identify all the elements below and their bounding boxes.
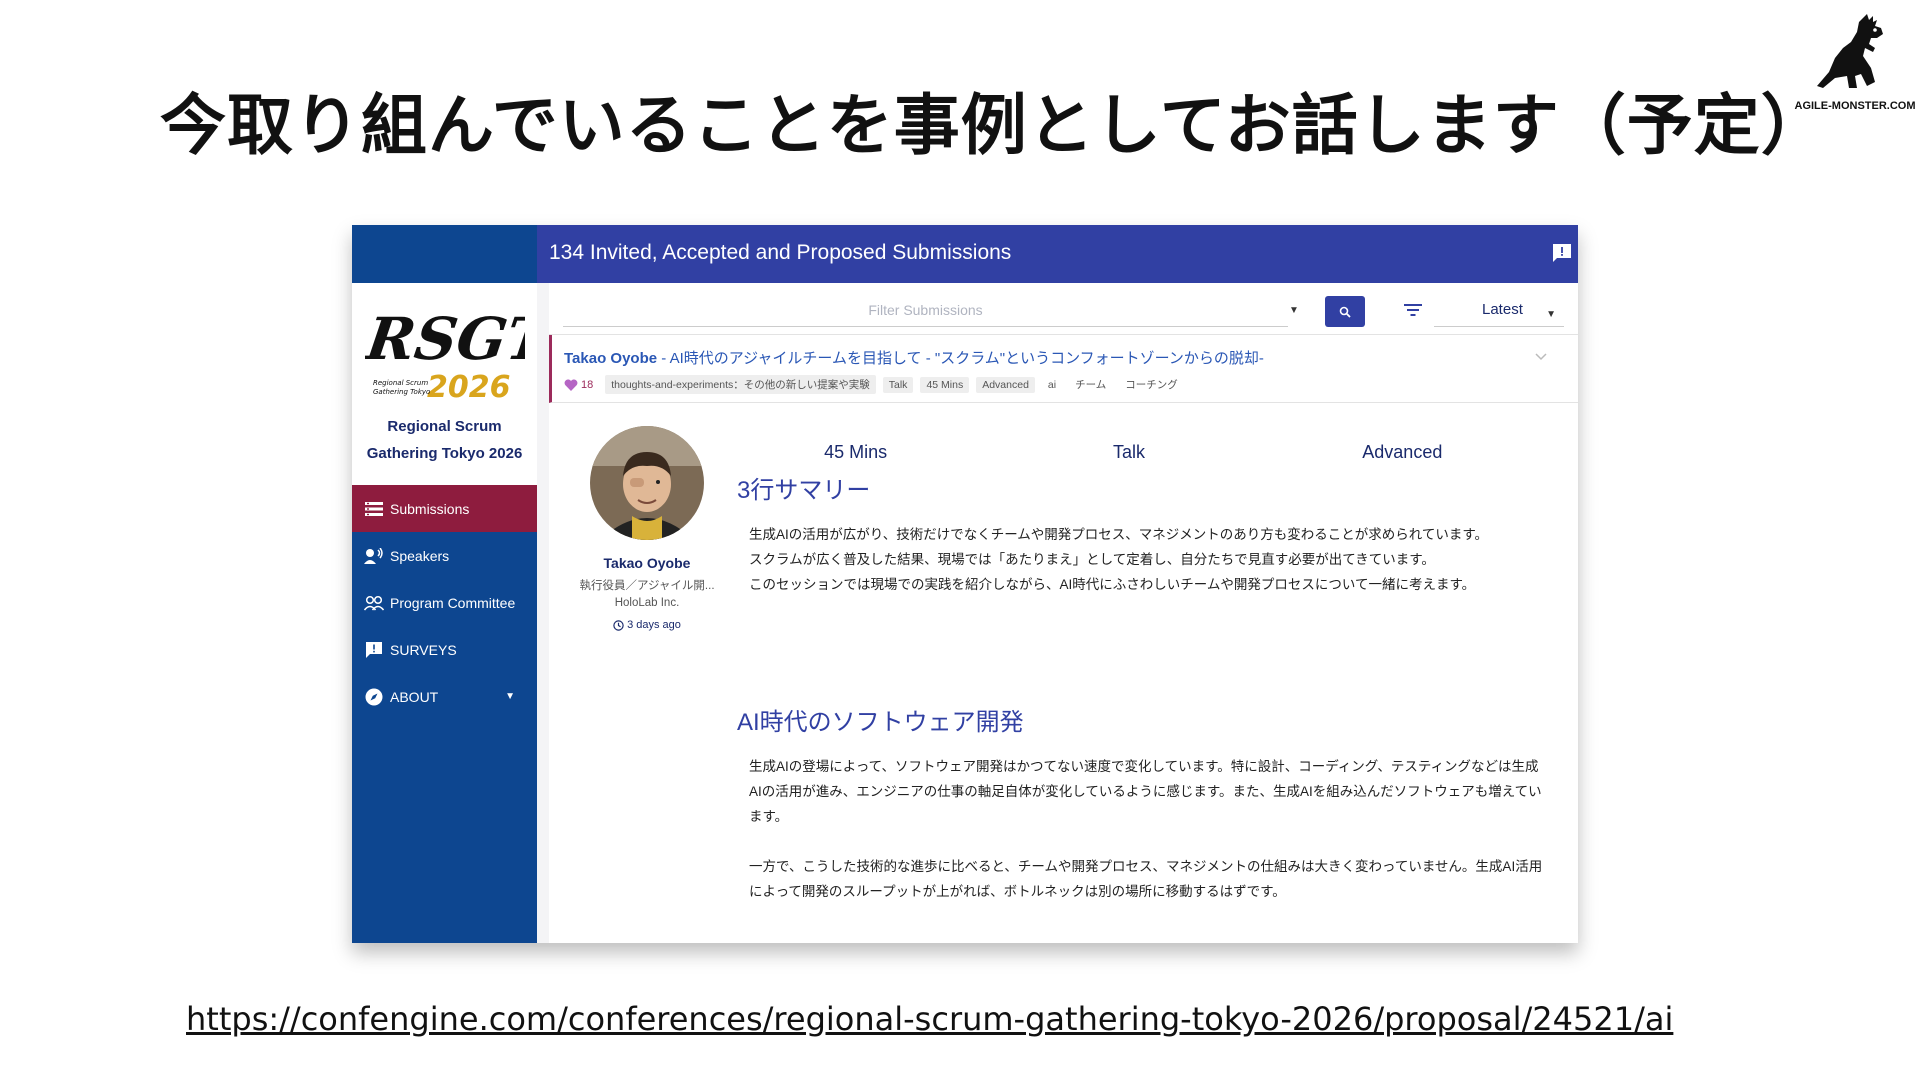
clock-icon bbox=[613, 619, 624, 631]
proposal-author[interactable]: Takao Oyobe bbox=[564, 350, 657, 367]
proposal-stats: 45 Mins Talk Advanced bbox=[719, 442, 1539, 463]
sidebar-item-program-committee[interactable]: Program Committee bbox=[352, 579, 537, 626]
slide-title: 今取り組んでいることを事例としてお話します（予定） bbox=[160, 87, 1828, 164]
proposal-header[interactable]: Takao Oyobe - AI時代のアジャイルチームを目指して - "スクラム… bbox=[549, 335, 1578, 403]
paragraph: 生成AIの活用が広がり、技術だけでなくチームや開発プロセス、マネジメントのあり方… bbox=[749, 527, 1489, 542]
svg-text:Gathering Tokyo: Gathering Tokyo bbox=[373, 388, 430, 396]
section-body: 生成AIの登場によって、ソフトウェア開発はかつてない速度で変化しています。特に設… bbox=[749, 754, 1549, 904]
agile-monster-logo: AGILE-MONSTER.COM bbox=[1790, 12, 1920, 112]
proposal-title[interactable]: AI時代のアジャイルチームを目指して - "スクラム"というコンフォートゾーンか… bbox=[670, 350, 1264, 367]
paragraph: 生成AIの登場によって、ソフトウェア開発はかつてない速度で変化しています。特に設… bbox=[749, 759, 1542, 824]
rsgt-logo: RSGT 2026 Regional Scrum Gathering Tokyo bbox=[365, 304, 525, 405]
filter-submissions-input[interactable] bbox=[563, 293, 1288, 327]
tag[interactable]: thoughts-and-experiments：その他の新しい提案や実験 bbox=[605, 375, 876, 394]
paragraph: スクラムが広く普及した結果、現場では「あたりまえ」として定着し、自分たちで見直す… bbox=[749, 552, 1435, 567]
stat-type: Talk bbox=[1112, 442, 1145, 462]
time-ago: 3 days ago bbox=[627, 619, 681, 631]
heart-icon bbox=[564, 378, 578, 391]
stat-level: Advanced bbox=[1362, 442, 1443, 462]
sort-value: Latest bbox=[1482, 301, 1523, 318]
main-content: ▼ Latest ▼ Takao Oyobe - AI時代のアジャイルチームを目… bbox=[537, 283, 1578, 943]
tag[interactable]: ai bbox=[1042, 377, 1062, 393]
sidebar-item-speakers[interactable]: Speakers bbox=[352, 532, 537, 579]
section-heading: AI時代のソフトウェア開発 bbox=[737, 709, 1024, 736]
logo-year: 2026 bbox=[427, 370, 511, 405]
brand-name-line1: Regional Scrum bbox=[387, 418, 502, 435]
people-icon bbox=[364, 593, 384, 613]
sidebar-item-label: Program Committee bbox=[390, 594, 516, 611]
tag[interactable]: Advanced bbox=[976, 376, 1035, 393]
search-icon bbox=[1339, 306, 1351, 318]
logo-text: AGILE-MONSTER.COM bbox=[1794, 100, 1916, 112]
confengine-screenshot: RSGT 2026 Regional Scrum Gathering Tokyo… bbox=[352, 225, 1578, 943]
tag[interactable]: チーム bbox=[1069, 375, 1112, 394]
speaker-avatar[interactable] bbox=[590, 426, 704, 540]
paragraph: このセッションでは現場での実践を紹介しながら、AI時代にふさわしいチームや開発プ… bbox=[749, 577, 1476, 592]
filter-bar: ▼ Latest ▼ bbox=[549, 283, 1578, 335]
sidebar-item-about[interactable]: ABOUT ▼ bbox=[352, 673, 537, 720]
speaker-icon bbox=[364, 546, 384, 566]
sidebar-item-label: SURVEYS bbox=[390, 641, 457, 658]
brand-box[interactable]: RSGT 2026 Regional Scrum Gathering Tokyo… bbox=[352, 283, 537, 490]
speaker-role: 執行役員／アジャイル開... bbox=[579, 580, 715, 592]
section-body: 生成AIの活用が広がり、技術だけでなくチームや開発プロセス、マネジメントのあり方… bbox=[749, 522, 1549, 597]
stat-duration: 45 Mins bbox=[824, 442, 888, 462]
list-icon bbox=[364, 499, 384, 519]
proposal-meta: 18 thoughts-and-experiments：その他の新しい提案や実験… bbox=[564, 375, 1191, 394]
sidebar-nav: Submissions Speakers Program Committee S… bbox=[352, 485, 537, 720]
sidebar-item-surveys[interactable]: SURVEYS bbox=[352, 626, 537, 673]
tag[interactable]: 45 Mins bbox=[920, 376, 970, 393]
sort-select[interactable]: Latest ▼ bbox=[1434, 295, 1564, 327]
feedback-icon[interactable] bbox=[1552, 243, 1572, 263]
svg-text:Regional Scrum: Regional Scrum bbox=[373, 379, 428, 387]
sidebar-item-label: Speakers bbox=[390, 547, 450, 564]
sidebar-item-label: Submissions bbox=[390, 500, 470, 517]
top-bar: 134 Invited, Accepted and Proposed Submi… bbox=[537, 225, 1578, 283]
proposal-body: Takao Oyobe 執行役員／アジャイル開... HoloLab Inc. … bbox=[549, 404, 1578, 943]
chevron-down-icon: ▼ bbox=[1546, 309, 1556, 320]
page-title: 134 Invited, Accepted and Proposed Submi… bbox=[549, 241, 1012, 264]
proposal-title-line[interactable]: Takao Oyobe - AI時代のアジャイルチームを目指して - "スクラム… bbox=[564, 347, 1264, 368]
filter-dropdown-caret[interactable]: ▼ bbox=[1289, 305, 1299, 316]
brand-name: Regional Scrum Gathering Tokyo 2026 bbox=[352, 413, 537, 467]
compass-icon bbox=[364, 687, 384, 707]
sidebar-top bbox=[352, 225, 537, 283]
svg-text:RSGT: RSGT bbox=[365, 304, 525, 373]
feedback-icon bbox=[364, 640, 384, 660]
sidebar-item-label: ABOUT bbox=[390, 688, 439, 705]
likes[interactable]: 18 bbox=[564, 379, 593, 391]
proposal-url-link[interactable]: https://confengine.com/conferences/regio… bbox=[186, 1000, 1673, 1038]
chevron-down-icon[interactable] bbox=[1534, 349, 1548, 363]
speaker-org: HoloLab Inc. bbox=[614, 597, 680, 609]
brand-name-line2: Gathering Tokyo 2026 bbox=[366, 445, 523, 462]
submission-time: 3 days ago bbox=[549, 619, 745, 631]
monster-icon bbox=[1817, 14, 1883, 88]
paragraph: 一方で、こうした技術的な進歩に比べると、チームや開発プロセス、マネジメントの仕組… bbox=[749, 859, 1543, 899]
likes-count: 18 bbox=[581, 378, 594, 391]
tag[interactable]: Talk bbox=[882, 376, 914, 393]
search-button[interactable] bbox=[1325, 296, 1365, 327]
section-heading: 3行サマリー bbox=[737, 477, 871, 504]
tag[interactable]: コーチング bbox=[1119, 375, 1184, 394]
sidebar-item-submissions[interactable]: Submissions bbox=[352, 485, 537, 532]
title-separator: - bbox=[657, 350, 670, 367]
chevron-down-icon[interactable]: ▼ bbox=[505, 691, 515, 702]
speaker-name[interactable]: Takao Oyobe bbox=[549, 555, 745, 571]
sort-icon[interactable] bbox=[1404, 303, 1422, 317]
